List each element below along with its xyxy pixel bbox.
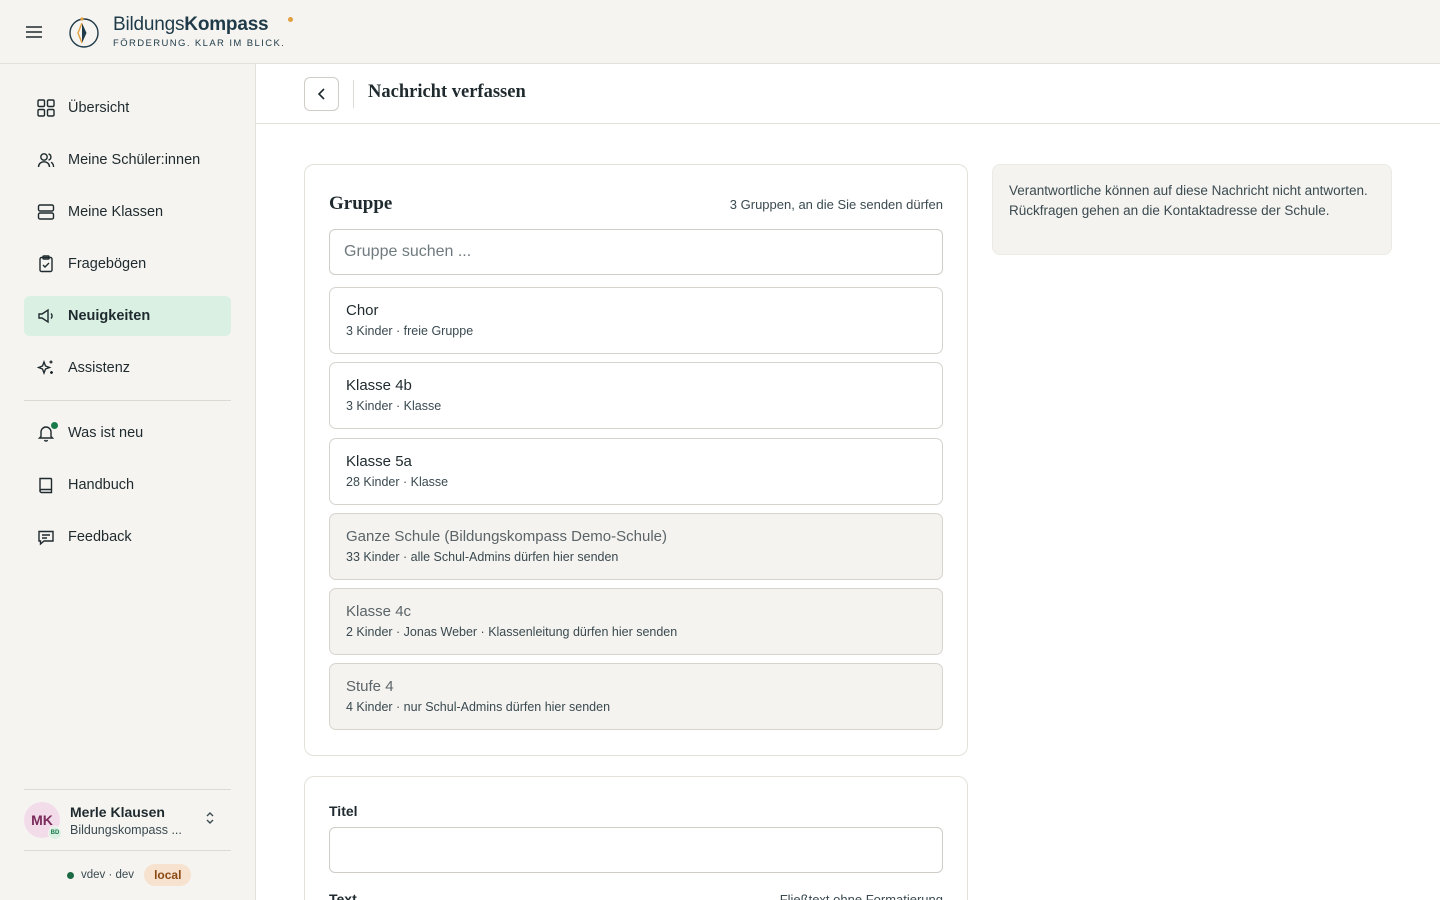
group-name: Klasse 5a	[346, 453, 412, 470]
sidebar-item-label: Handbuch	[68, 477, 135, 493]
group-meta: 3 Kinder · freie Gruppe	[346, 324, 474, 338]
user-name: Merle Klausen	[70, 803, 165, 820]
sidebar-item-neuigkeiten[interactable]: Neuigkeiten	[24, 296, 231, 336]
server-icon	[37, 203, 55, 221]
group-meta: 2 Kinder · Jonas Weber · Klassenleitung …	[346, 625, 678, 639]
brand-tagline: FÖRDERUNG. KLAR IM BLICK.	[113, 37, 286, 49]
group-name: Klasse 4c	[346, 603, 412, 620]
group-name: Chor	[346, 302, 379, 319]
group-meta: 4 Kinder · nur Schul-Admins dürfen hier …	[346, 700, 611, 714]
chevron-left-icon	[317, 88, 325, 100]
sidebar-item-label: Übersicht	[68, 100, 130, 116]
brand-dot	[288, 16, 294, 22]
chevron-up-down-icon	[205, 811, 215, 830]
sidebar-divider	[24, 400, 231, 401]
sidebar-item-assistenz[interactable]: Assistenz	[24, 348, 231, 388]
sidebar-item-label: Neuigkeiten	[68, 308, 151, 324]
megaphone-icon	[37, 307, 55, 325]
sidebar-item-klassen[interactable]: Meine Klassen	[24, 192, 231, 232]
group-selection-card: Gruppe 3 Gruppen, an die Sie senden dürf…	[304, 164, 968, 756]
avatar: MK BD	[24, 802, 62, 840]
group-option-chor[interactable]: Chor 3 Kinder · freie Gruppe	[329, 287, 943, 354]
school-badge: BD	[48, 826, 62, 840]
message-icon	[37, 528, 55, 546]
sidebar-item-label: Meine Klassen	[68, 204, 164, 220]
reply-info-note: Verantwortliche können auf diese Nachric…	[992, 164, 1392, 255]
sidebar-item-uebersicht[interactable]: Übersicht	[24, 88, 231, 128]
top-bar: BildungsKompass FÖRDERUNG. KLAR IM BLICK…	[0, 0, 1440, 64]
grid-icon	[37, 99, 55, 117]
brand-name: BildungsKompass	[113, 14, 294, 35]
group-name: Ganze Schule (Bildungskompass Demo-Schul…	[346, 528, 667, 545]
sidebar-item-frageboegen[interactable]: Fragebögen	[24, 244, 231, 284]
back-button[interactable]	[304, 77, 339, 111]
sidebar-item-label: Was ist neu	[68, 425, 144, 441]
group-name: Klasse 4b	[346, 377, 412, 394]
sidebar-item-label: Assistenz	[68, 360, 131, 376]
group-meta: 3 Kinder · Klasse	[346, 399, 442, 413]
sidebar-item-handbuch[interactable]: Handbuch	[24, 465, 231, 505]
group-section-title: Gruppe	[329, 193, 393, 214]
sidebar-item-feedback[interactable]: Feedback	[24, 517, 231, 557]
clipboard-icon	[37, 255, 55, 273]
page-title: Nachricht verfassen	[368, 82, 526, 102]
group-meta: 33 Kinder · alle Schul-Admins dürfen hie…	[346, 550, 619, 564]
sparkles-icon	[37, 359, 55, 377]
title-label: Titel	[329, 803, 358, 819]
group-meta: 28 Kinder · Klasse	[346, 475, 449, 489]
sidebar-divider	[24, 850, 231, 851]
title-input[interactable]	[329, 827, 943, 873]
group-option-ganze-schule: Ganze Schule (Bildungskompass Demo-Schul…	[329, 513, 943, 580]
group-search-input[interactable]	[329, 229, 943, 275]
notification-dot	[51, 422, 58, 429]
sidebar-item-label: Feedback	[68, 529, 132, 545]
group-option-klasse-5a[interactable]: Klasse 5a 28 Kinder · Klasse	[329, 438, 943, 505]
group-option-klasse-4c: Klasse 4c 2 Kinder · Jonas Weber · Klass…	[329, 588, 943, 655]
environment-label: vdev · dev	[81, 869, 135, 881]
sidebar-item-label: Fragebögen	[68, 256, 147, 272]
user-menu[interactable]: MK BD Merle Klausen Bildungskompass ...	[24, 790, 231, 850]
compass-icon	[69, 16, 99, 48]
sidebar-item-was-ist-neu[interactable]: Was ist neu	[24, 413, 231, 453]
text-format-hint: Fließtext ohne Formatierung	[779, 892, 943, 900]
group-option-stufe-4: Stufe 4 4 Kinder · nur Schul-Admins dürf…	[329, 663, 943, 730]
brand-logo[interactable]: BildungsKompass FÖRDERUNG. KLAR IM BLICK…	[68, 14, 294, 49]
menu-icon[interactable]	[17, 15, 51, 49]
page-header: Nachricht verfassen	[256, 64, 1440, 124]
sidebar-item-label: Meine Schüler:innen	[68, 152, 201, 168]
sidebar-item-schueler[interactable]: Meine Schüler:innen	[24, 140, 231, 180]
status-dot	[67, 871, 74, 879]
environment-indicator: vdev · dev local	[67, 864, 192, 886]
book-icon	[37, 476, 55, 494]
sidebar: Übersicht Meine Schüler:innen Meine Klas…	[0, 64, 256, 900]
group-count-hint: 3 Gruppen, an die Sie senden dürfen	[729, 197, 943, 212]
bell-icon	[37, 422, 58, 442]
header-divider	[353, 80, 354, 108]
group-name: Stufe 4	[346, 678, 394, 695]
users-icon	[37, 151, 55, 169]
user-school: Bildungskompass ...	[70, 822, 182, 837]
compose-card: Titel Text Fließtext ohne Formatierung	[304, 776, 968, 900]
text-label: Text	[329, 891, 357, 900]
environment-badge: local	[144, 864, 192, 886]
group-option-klasse-4b[interactable]: Klasse 4b 3 Kinder · Klasse	[329, 362, 943, 429]
